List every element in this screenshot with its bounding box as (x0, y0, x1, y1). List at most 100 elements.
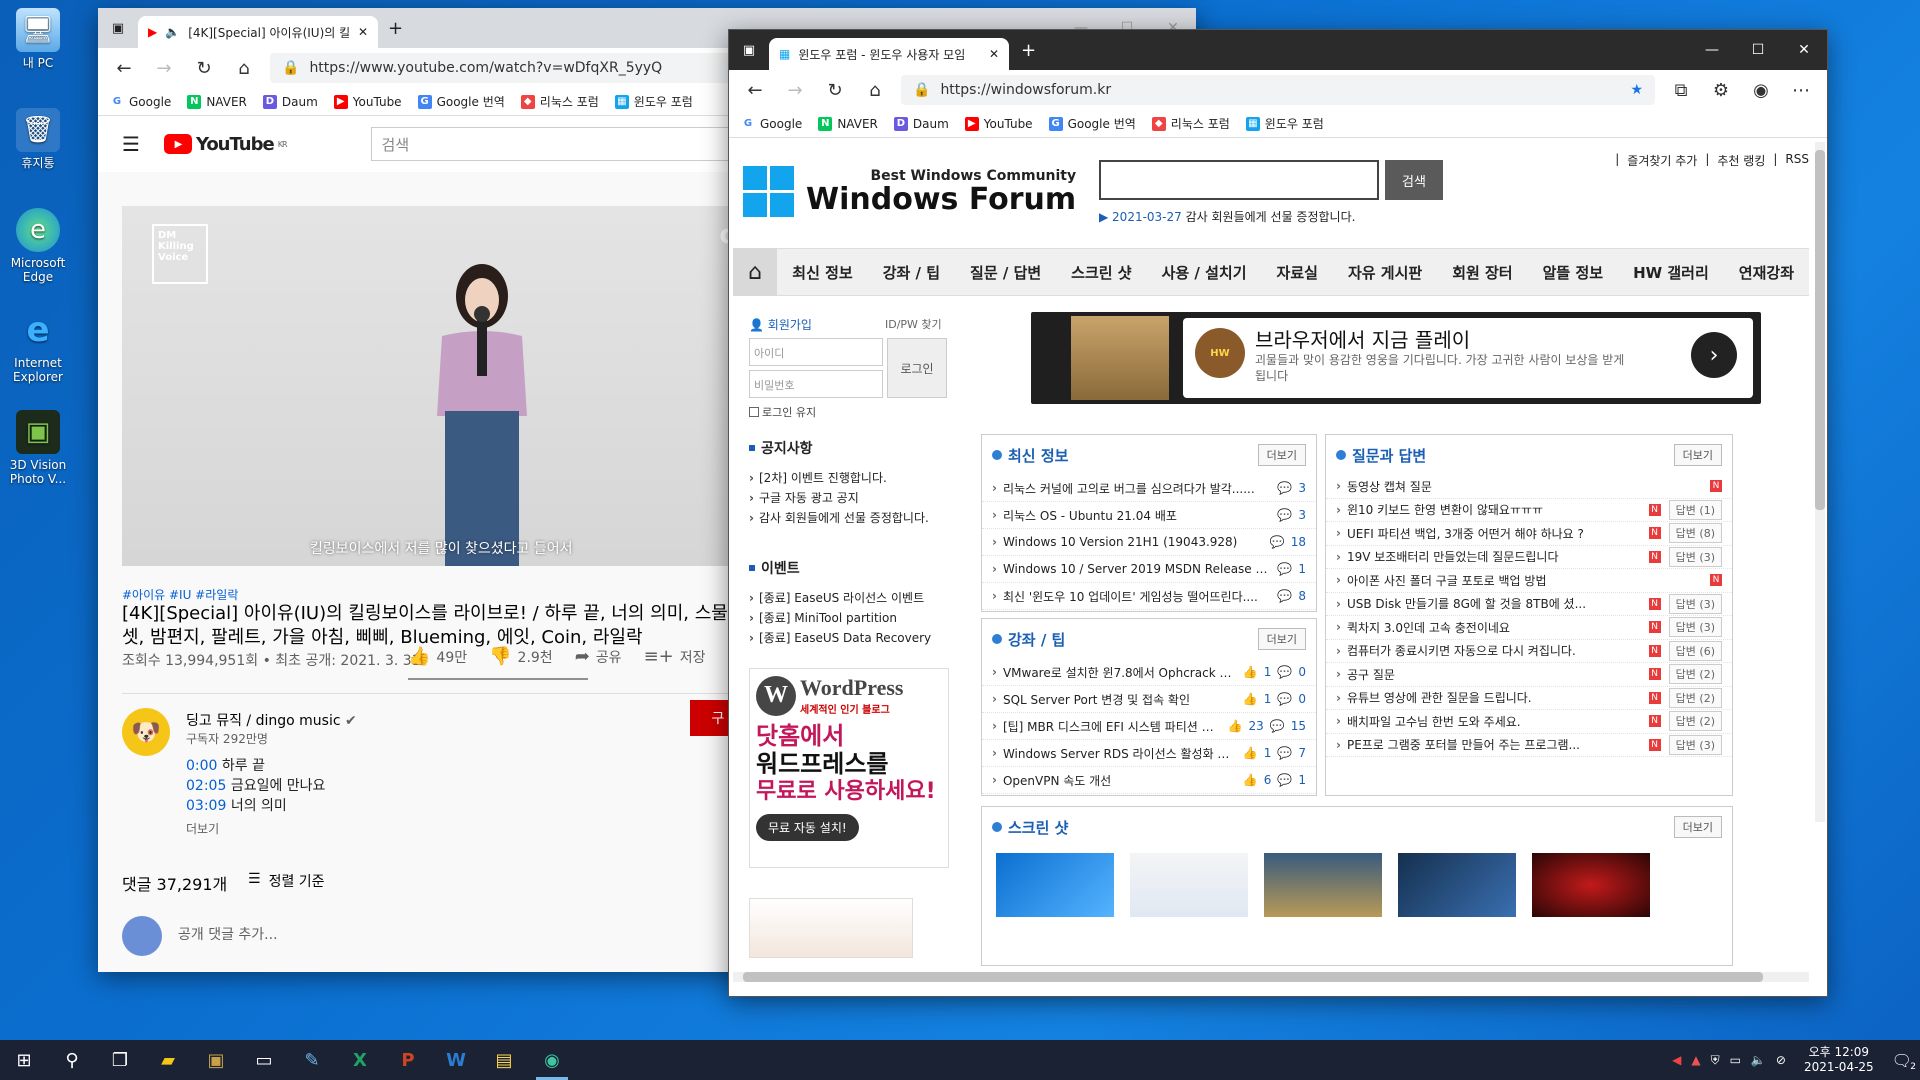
qna-list-item[interactable]: USB Disk 만들기를 8G에 할 것을 8TB에 셨...N답변 (3) (1326, 593, 1732, 616)
tray-arrow-icon[interactable]: ◀ (1672, 1053, 1681, 1067)
new-tab-icon[interactable]: + (388, 18, 403, 39)
more-button[interactable]: 더보기 (1673, 816, 1722, 838)
minimize-icon[interactable]: — (1689, 30, 1735, 70)
youtube-logo[interactable]: ▶ YouTube KR (163, 134, 288, 155)
excel-icon[interactable]: X (336, 1040, 384, 1080)
nav-hw-gallery[interactable]: HW 갤러리 (1618, 262, 1724, 283)
list-item[interactable]: Windows 10 / Server 2019 MSDN Release (2… (982, 556, 1316, 583)
list-item[interactable]: 리눅스 커널에 고의로 버그를 심으려다가 발각......💬3 (982, 475, 1316, 502)
forward-icon[interactable]: → (781, 80, 809, 101)
desktop-icon-recycle-bin[interactable]: 🗑 휴지통 (8, 108, 68, 170)
event-item[interactable]: [종료] EaseUS 라이선스 이벤트 (749, 588, 949, 608)
screenshot-thumb[interactable] (1130, 853, 1248, 917)
back-icon[interactable]: ← (110, 58, 138, 79)
scrollbar-thumb[interactable] (1815, 150, 1825, 510)
search-icon[interactable]: ⚲ (48, 1040, 96, 1080)
powerpoint-icon[interactable]: P (384, 1040, 432, 1080)
fav-windows-forum[interactable]: ▦ 윈도우 포럼 (614, 93, 693, 110)
qna-list-item[interactable]: 유튜브 영상에 관한 질문을 드립니다.N답변 (2) (1326, 687, 1732, 710)
login-button[interactable]: 로그인 (887, 338, 947, 398)
share-button[interactable]: ➦ 공유 (575, 646, 622, 667)
more-button[interactable]: 더보기 (1673, 444, 1722, 466)
desktop-icon-this-pc[interactable]: 🖥 내 PC (8, 8, 68, 70)
site-search-button[interactable]: 검색 (1385, 160, 1443, 200)
qna-list-item[interactable]: 아이폰 사진 폴더 구글 포토로 백업 방법N (1326, 569, 1732, 593)
qna-list-item[interactable]: UEFI 파티션 백업, 3개중 어떤거 해야 하나요 ?N답변 (8) (1326, 522, 1732, 546)
more-button[interactable]: 더보기 (1257, 444, 1306, 466)
nav-qna[interactable]: 질문 / 답변 (955, 262, 1056, 283)
desktop-icon-ie[interactable]: e Internet Explorer (8, 308, 68, 384)
fav-naver[interactable]: N NAVER (818, 116, 878, 131)
qna-list-item[interactable]: 동영상 캡쳐 질문N (1326, 475, 1732, 499)
more-menu-icon[interactable]: ⋯ (1787, 80, 1815, 101)
fav-daum[interactable]: D Daum (893, 116, 949, 131)
password-input[interactable]: 비밀번호 (749, 370, 883, 398)
forward-icon[interactable]: → (150, 58, 178, 79)
word-icon[interactable]: W (432, 1040, 480, 1080)
fav-google[interactable]: G Google (741, 117, 802, 131)
nav-downloads[interactable]: 자료실 (1262, 262, 1333, 283)
fav-daum[interactable]: D Daum (262, 94, 318, 109)
tab-actions-icon[interactable]: ▣ (98, 21, 138, 36)
screenshot-thumb[interactable] (996, 853, 1114, 917)
keep-login-checkbox[interactable]: 로그인 유지 (749, 404, 816, 420)
clock[interactable]: 오후 12:09 2021-04-25 (1796, 1045, 1882, 1075)
qna-list-item[interactable]: 19V 보조배터리 만들었는데 질문드립니다N답변 (3) (1326, 546, 1732, 569)
list-item[interactable]: OpenVPN 속도 개선👍6💬1 (982, 767, 1316, 794)
nav-deals[interactable]: 알뜰 정보 (1528, 262, 1618, 283)
nav-reviews[interactable]: 사용 / 설치기 (1147, 262, 1262, 283)
maximize-icon[interactable]: ☐ (1735, 30, 1781, 70)
list-item[interactable]: SQL Server Port 변경 및 접속 확인👍1💬0 (982, 686, 1316, 713)
fav-google-translate[interactable]: G Google 번역 (1048, 115, 1136, 132)
collections-icon[interactable]: ⧉ (1667, 80, 1695, 101)
close-icon[interactable]: ✕ (1781, 30, 1827, 70)
like-button[interactable]: 👍 49만 (408, 646, 467, 667)
network-icon[interactable]: ▭ (1730, 1053, 1741, 1067)
task-view-icon[interactable]: ❐ (96, 1040, 144, 1080)
vertical-scrollbar[interactable] (1815, 142, 1825, 822)
desktop-icon-3d-vision[interactable]: ▣ 3D Vision Photo V... (8, 410, 68, 486)
nav-latest[interactable]: 최신 정보 (777, 262, 867, 283)
notepad-icon[interactable]: ✎ (288, 1040, 336, 1080)
ad-banner-small[interactable] (749, 898, 913, 958)
ad-arrow-button[interactable]: › (1691, 332, 1737, 378)
horizontal-scrollbar[interactable] (733, 972, 1809, 982)
nav-screenshots[interactable]: 스크린 샷 (1056, 262, 1146, 283)
nav-market[interactable]: 회원 장터 (1437, 262, 1527, 283)
nav-tips[interactable]: 강좌 / 팁 (868, 262, 955, 283)
tray-app-icon[interactable]: ▲ (1691, 1053, 1700, 1067)
defender-icon[interactable]: ⛨ (1711, 1053, 1720, 1068)
fav-linux-forum[interactable]: ◆ 리눅스 포럼 (520, 93, 599, 110)
scrollbar-thumb[interactable] (743, 972, 1763, 982)
home-icon[interactable]: ⌂ (861, 80, 889, 101)
tab-actions-icon[interactable]: ▣ (729, 43, 769, 58)
video-player[interactable]: DMKillingVoice dingo 킬링보이스에서 저를 많이 찾으셨다고… (122, 206, 822, 566)
refresh-icon[interactable]: ↻ (821, 80, 849, 101)
qna-list-item[interactable]: PE프로 그램중 포터블 만들어 주는 프로그램...N답변 (3) (1326, 734, 1732, 757)
fav-youtube[interactable]: ▶ YouTube (333, 94, 402, 109)
show-more-button[interactable]: 더보기 (186, 820, 219, 837)
new-tab-icon[interactable]: + (1021, 40, 1036, 61)
list-item[interactable]: Windows Server RDS 라이선스 활성화 및 구성👍1💬7 (982, 740, 1316, 767)
channel-name[interactable]: 딩고 뮤직 / dingo music ✔ (186, 710, 357, 730)
close-tab-icon[interactable]: ✕ (989, 47, 999, 61)
comment-input[interactable]: 공개 댓글 추가... (178, 924, 278, 944)
list-item[interactable]: Windows 10 Version 21H1 (19043.928)💬18 (982, 529, 1316, 556)
nav-series[interactable]: 연재강좌 (1724, 262, 1809, 283)
ime-icon[interactable]: ⊘ (1776, 1053, 1786, 1067)
profile-icon[interactable]: ◉ (1747, 80, 1775, 101)
url-field[interactable]: 🔒 https://windowsforum.kr ★ (901, 75, 1655, 105)
app-icon[interactable]: ▣ (192, 1040, 240, 1080)
refresh-icon[interactable]: ↻ (190, 58, 218, 79)
header-notice[interactable]: ▶ 2021-03-27 감사 회원들에게 선물 증정합니다. (1099, 208, 1355, 225)
home-icon[interactable]: ⌂ (733, 248, 778, 296)
terminal-icon[interactable]: ▭ (240, 1040, 288, 1080)
notice-item[interactable]: [2차] 이벤트 진행합니다. (749, 468, 949, 488)
back-icon[interactable]: ← (741, 80, 769, 101)
event-item[interactable]: [종료] MiniTool partition (749, 608, 949, 628)
notice-item[interactable]: 구글 자동 광고 공지 (749, 488, 949, 508)
menu-icon[interactable]: ☰ (122, 132, 140, 156)
edge-taskbar-icon[interactable]: ◉ (528, 1040, 576, 1080)
fav-windows-forum[interactable]: ▦ 윈도우 포럼 (1245, 115, 1324, 132)
qna-list-item[interactable]: 배치파일 고수님 한번 도와 주세요.N답변 (2) (1326, 710, 1732, 734)
